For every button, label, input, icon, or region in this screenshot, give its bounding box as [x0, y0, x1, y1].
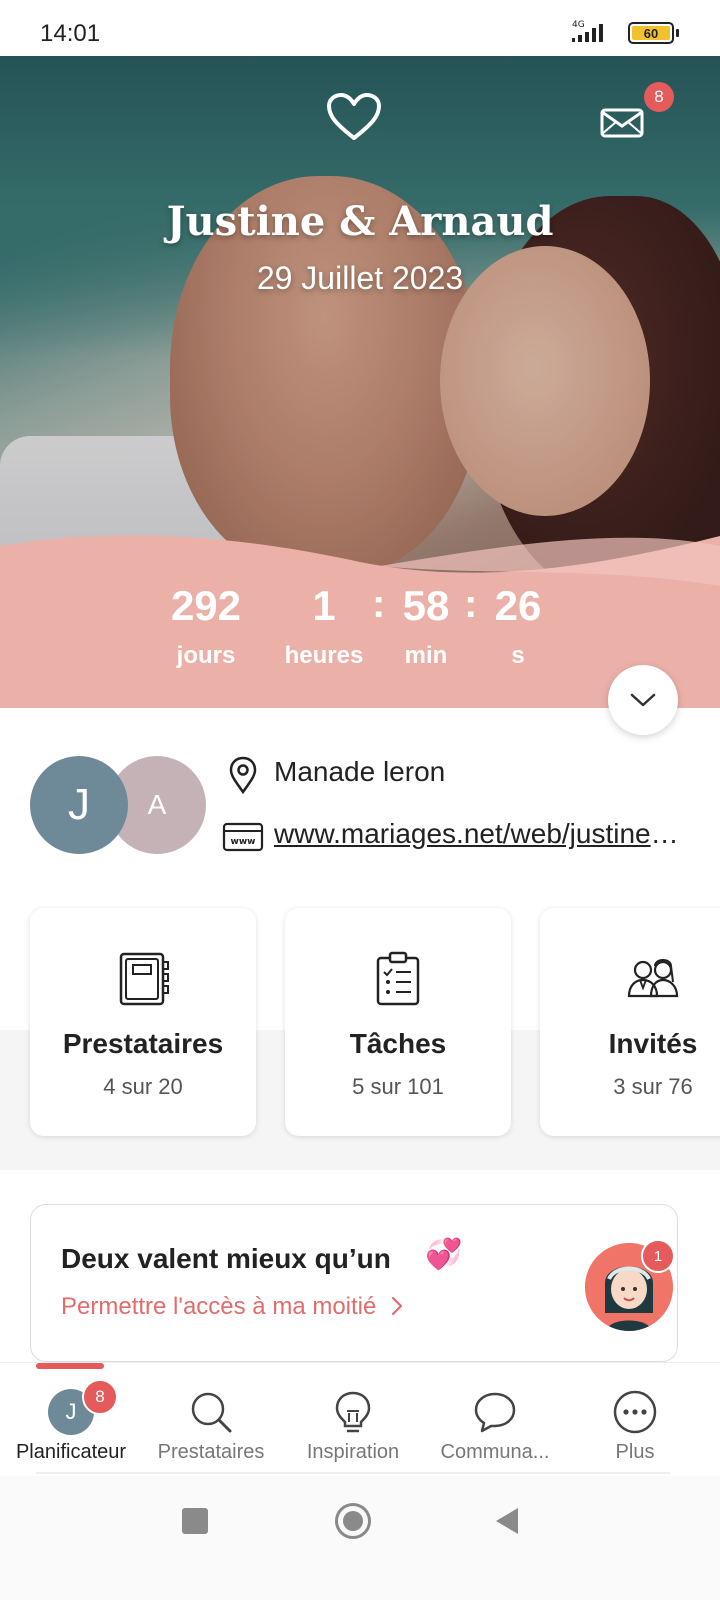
messages-badge: 8	[644, 82, 674, 112]
wedding-date: 29 Juillet 2023	[256, 260, 464, 296]
countdown-seconds-label: s	[511, 642, 525, 669]
chevron-right-icon	[391, 1296, 403, 1316]
nav-label: Communa...	[440, 1441, 550, 1463]
home-icon[interactable]	[335, 1503, 371, 1539]
nav-notification-badge: 8	[82, 1379, 118, 1415]
heart-logo-icon	[327, 93, 381, 140]
countdown-days-label: jours	[176, 642, 236, 669]
nav-label: Plus	[615, 1441, 655, 1463]
bottom-navigation: J 8 Planificateur Prestataires Inspirati…	[0, 1362, 720, 1474]
card-title: Prestataires	[62, 1028, 224, 1059]
countdown-minutes-label: min	[404, 642, 448, 669]
battery-icon: 60	[628, 22, 679, 44]
nav-label: Planificateur	[15, 1441, 127, 1463]
nav-plus[interactable]: Plus	[570, 1379, 700, 1464]
partner-badge: 1	[641, 1239, 675, 1273]
battery-level: 60	[632, 26, 670, 41]
partner-access-link-label: Permettre l'accès à ma moitié	[61, 1293, 377, 1320]
card-invites[interactable]: Invités 3 sur 76	[540, 908, 720, 1136]
more-dots-icon	[613, 1390, 657, 1434]
countdown-hours: 1	[312, 582, 336, 629]
clipboard-checklist-icon	[376, 951, 420, 1006]
wedding-location[interactable]: Manade leron	[274, 756, 445, 788]
card-title: Invités	[608, 1028, 698, 1059]
nav-label: Prestataires	[157, 1441, 265, 1463]
network-type: 4G	[572, 20, 585, 30]
couple-names: Justine & Arnaud	[166, 198, 554, 245]
status-time: 14:01	[40, 20, 101, 47]
countdown-minutes: 58	[402, 582, 450, 629]
search-icon	[191, 1392, 232, 1433]
location-pin-icon	[229, 756, 257, 794]
chat-bubble-icon	[474, 1392, 516, 1433]
guests-couple-icon	[627, 959, 679, 998]
signal-icon: 4G	[572, 20, 603, 42]
nav-prestataires[interactable]: Prestataires	[146, 1379, 276, 1464]
countdown-separator: :	[464, 582, 478, 626]
system-navigation-bar	[0, 1476, 720, 1600]
card-progress: 4 sur 20	[103, 1074, 183, 1099]
expand-button[interactable]	[608, 665, 678, 735]
envelope-icon[interactable]	[596, 102, 648, 142]
wedding-website-link[interactable]: www.mariages.net/web/justine-et-arnaud	[274, 818, 684, 850]
notebook-icon	[119, 952, 169, 1006]
nav-inspiration[interactable]: Inspiration	[288, 1379, 418, 1464]
partner-access-link[interactable]: Permettre l'accès à ma moitié	[61, 1293, 405, 1321]
back-icon[interactable]	[496, 1508, 518, 1534]
svg-text:www: www	[231, 837, 256, 847]
countdown-seconds: 26	[494, 582, 542, 629]
active-tab-indicator	[36, 1363, 104, 1369]
website-icon: www	[222, 822, 264, 852]
nav-label: Inspiration	[306, 1441, 400, 1463]
nav-divider	[36, 1472, 670, 1474]
nav-planificateur[interactable]: J 8 Planificateur	[6, 1379, 136, 1464]
card-title: Tâches	[349, 1028, 447, 1059]
countdown-hours-label: heures	[284, 642, 364, 669]
status-bar: 14:01 4G 60	[0, 0, 720, 56]
partner-invite-banner[interactable]: Deux valent mieux qu’un 💞 Permettre l'ac…	[30, 1204, 678, 1362]
avatar-user[interactable]: J	[30, 756, 128, 854]
nav-communaute[interactable]: Communa...	[430, 1379, 560, 1464]
partner-banner-title: Deux valent mieux qu’un	[61, 1243, 391, 1274]
chevron-down-icon	[630, 693, 656, 707]
countdown-days: 292	[170, 582, 242, 629]
card-prestataires[interactable]: Prestataires 4 sur 20	[30, 908, 256, 1136]
recent-apps-icon[interactable]	[182, 1508, 208, 1534]
lightbulb-icon	[335, 1391, 371, 1433]
countdown-background	[0, 535, 720, 708]
card-progress: 3 sur 76	[613, 1074, 693, 1099]
two-hearts-icon: 💞	[425, 1238, 463, 1271]
hero-photo: 8 Justine & Arnaud 29 Juillet 2023 292 1…	[0, 56, 720, 708]
card-progress: 5 sur 101	[352, 1074, 444, 1099]
card-taches[interactable]: Tâches 5 sur 101	[285, 908, 511, 1136]
countdown-separator: :	[372, 582, 386, 626]
